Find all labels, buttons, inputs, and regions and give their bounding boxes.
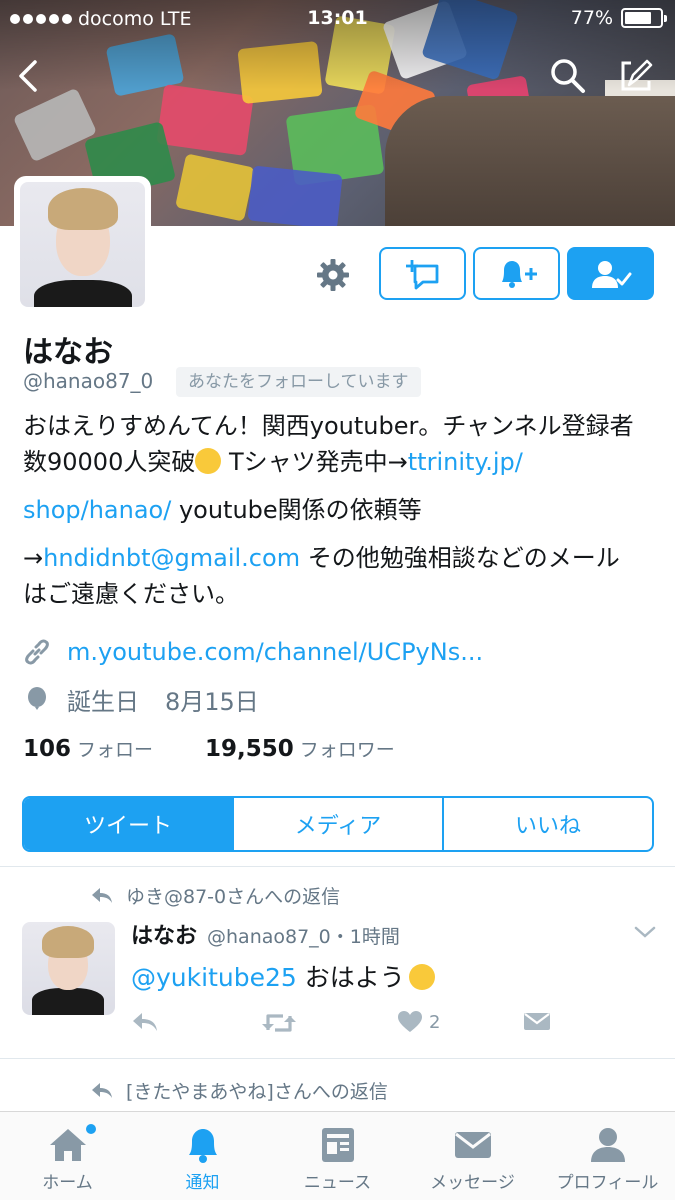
direct-message-button[interactable] xyxy=(523,1010,551,1036)
notifications-button[interactable] xyxy=(473,247,560,300)
search-button[interactable] xyxy=(544,52,592,100)
followers-label: フォロワー xyxy=(299,739,395,761)
gear-icon xyxy=(317,259,349,291)
envelope-icon xyxy=(454,1132,491,1158)
birthday-row: 誕生日 8月15日 xyxy=(23,682,259,717)
reply-icon xyxy=(133,1013,157,1031)
tab-label: メッセージ xyxy=(430,1173,515,1193)
status-bar: docomo LTE 13:01 77% xyxy=(0,0,675,38)
profile-name: はなお xyxy=(23,335,113,370)
reply-context: ゆき@87-0さんへの返信 xyxy=(90,882,340,909)
following-person-icon xyxy=(591,260,631,288)
tab-profile[interactable]: プロフィール xyxy=(540,1112,675,1200)
compose-button[interactable] xyxy=(612,52,660,100)
bio-link[interactable]: ttrinity.jp/ xyxy=(408,448,523,476)
like-count: 2 xyxy=(429,1011,441,1033)
like-button[interactable]: 2 xyxy=(397,1010,440,1034)
chevron-down-icon xyxy=(634,926,656,938)
battery-icon xyxy=(621,8,667,28)
home-icon xyxy=(49,1129,86,1161)
tab-home[interactable]: ホーム xyxy=(0,1112,135,1200)
tweet-mention[interactable]: @yukitube25 xyxy=(131,963,297,992)
bio-arrow: → xyxy=(23,544,44,572)
tab-notifications[interactable]: 通知 xyxy=(135,1112,270,1200)
envelope-icon xyxy=(524,1013,550,1030)
bio-paragraph-3: →hndidnbt@gmail.com その他勉強相談などのメールはご遠慮くださ… xyxy=(23,540,653,612)
add-to-list-button[interactable] xyxy=(379,247,466,300)
reply-arrow-icon xyxy=(92,1082,112,1098)
followers-count-link[interactable]: 19,550 フォロワー xyxy=(205,735,395,762)
follow-counts: 106 フォロー 19,550 フォロワー xyxy=(23,735,395,762)
tab-tweets[interactable]: ツイート xyxy=(24,798,234,850)
heart-icon xyxy=(398,1011,422,1032)
bio-text: Tシャツ発売中→ xyxy=(221,448,408,476)
unread-dot xyxy=(86,1124,96,1134)
smiling-emoji-icon xyxy=(195,448,222,474)
divider xyxy=(0,1058,675,1059)
follows-you-badge: あなたをフォローしています xyxy=(176,367,421,397)
tweet-header: はなお @hanao87_0・1時間 xyxy=(131,918,400,950)
profile-handle: @hanao87_0 xyxy=(23,369,154,393)
link-icon xyxy=(25,639,49,665)
tab-media[interactable]: メディア xyxy=(234,798,444,850)
settings-button[interactable] xyxy=(308,250,358,300)
tweet-handle-time: @hanao87_0・1時間 xyxy=(207,926,400,948)
bio-text: その他勉強相談などのメール xyxy=(300,544,620,572)
reply-context-text: [きたやまあやね]さんへの返信 xyxy=(126,1081,388,1103)
birthday-value: 8月15日 xyxy=(165,688,259,716)
bio-paragraph-2: shop/hanao/ youtube関係の依頼等 xyxy=(23,492,653,528)
balloon-icon xyxy=(28,686,46,710)
search-icon xyxy=(551,59,585,93)
retweet-icon xyxy=(262,1014,296,1032)
compose-icon xyxy=(621,59,653,91)
following-label: フォロー xyxy=(77,739,154,761)
bell-icon xyxy=(188,1129,217,1163)
website-row: m.youtube.com/channel/UCPyNs... xyxy=(23,638,483,666)
tweet-body: おはよう xyxy=(296,963,405,992)
following-count-link[interactable]: 106 フォロー xyxy=(23,735,153,762)
tab-label: 通知 xyxy=(185,1173,220,1193)
person-icon xyxy=(590,1128,625,1162)
reply-context-text: ゆき@87-0さんへの返信 xyxy=(126,886,341,908)
profile-avatar[interactable] xyxy=(14,176,151,313)
tweet-avatar[interactable] xyxy=(22,922,115,1015)
tab-label: ホーム xyxy=(42,1173,93,1193)
followers-count: 19,550 xyxy=(205,736,294,762)
tab-label: プロフィール xyxy=(556,1173,659,1193)
tab-label: ニュース xyxy=(303,1173,372,1193)
relieved-emoji-icon xyxy=(408,964,435,990)
news-icon xyxy=(321,1128,354,1162)
bio-text: はご遠慮ください。 xyxy=(23,580,239,608)
tab-messages[interactable]: メッセージ xyxy=(405,1112,540,1200)
bio-link[interactable]: shop/hanao/ xyxy=(23,496,171,524)
website-link[interactable]: m.youtube.com/channel/UCPyNs... xyxy=(67,638,483,666)
battery-percent: 77% xyxy=(570,7,613,29)
tab-news[interactable]: ニュース xyxy=(270,1112,405,1200)
divider xyxy=(0,866,675,867)
back-button[interactable] xyxy=(4,52,52,100)
bio-text: youtube関係の依頼等 xyxy=(171,496,422,524)
reply-arrow-icon xyxy=(92,887,112,903)
birthday-label: 誕生日 xyxy=(67,688,139,716)
tweet-menu-button[interactable] xyxy=(634,924,656,943)
retweet-button[interactable] xyxy=(261,1010,297,1040)
profile-bio: おはえりすめんてん！関西youtuber。チャンネル登録者数90000人突破 T… xyxy=(23,408,653,624)
bell-plus-icon xyxy=(501,260,537,288)
reply-button[interactable] xyxy=(130,1010,160,1040)
following-count: 106 xyxy=(23,736,72,762)
following-button[interactable] xyxy=(567,247,654,300)
reply-context: [きたやまあやね]さんへの返信 xyxy=(90,1077,388,1104)
tab-likes[interactable]: いいね xyxy=(444,798,652,850)
chevron-left-icon xyxy=(19,60,37,92)
tweet-author-name[interactable]: はなお xyxy=(131,918,197,950)
tweet-text: @yukitube25 おはよう xyxy=(131,958,435,994)
bio-paragraph-1: おはえりすめんてん！関西youtuber。チャンネル登録者数90000人突破 T… xyxy=(23,408,653,480)
profile-tabs: ツイート メディア いいね xyxy=(22,796,654,852)
bio-email-link[interactable]: hndidnbt@gmail.com xyxy=(43,544,300,572)
bottom-tab-bar: ホーム 通知 ニュース メッセージ プロフィール xyxy=(0,1111,675,1200)
add-to-list-icon xyxy=(405,259,438,289)
